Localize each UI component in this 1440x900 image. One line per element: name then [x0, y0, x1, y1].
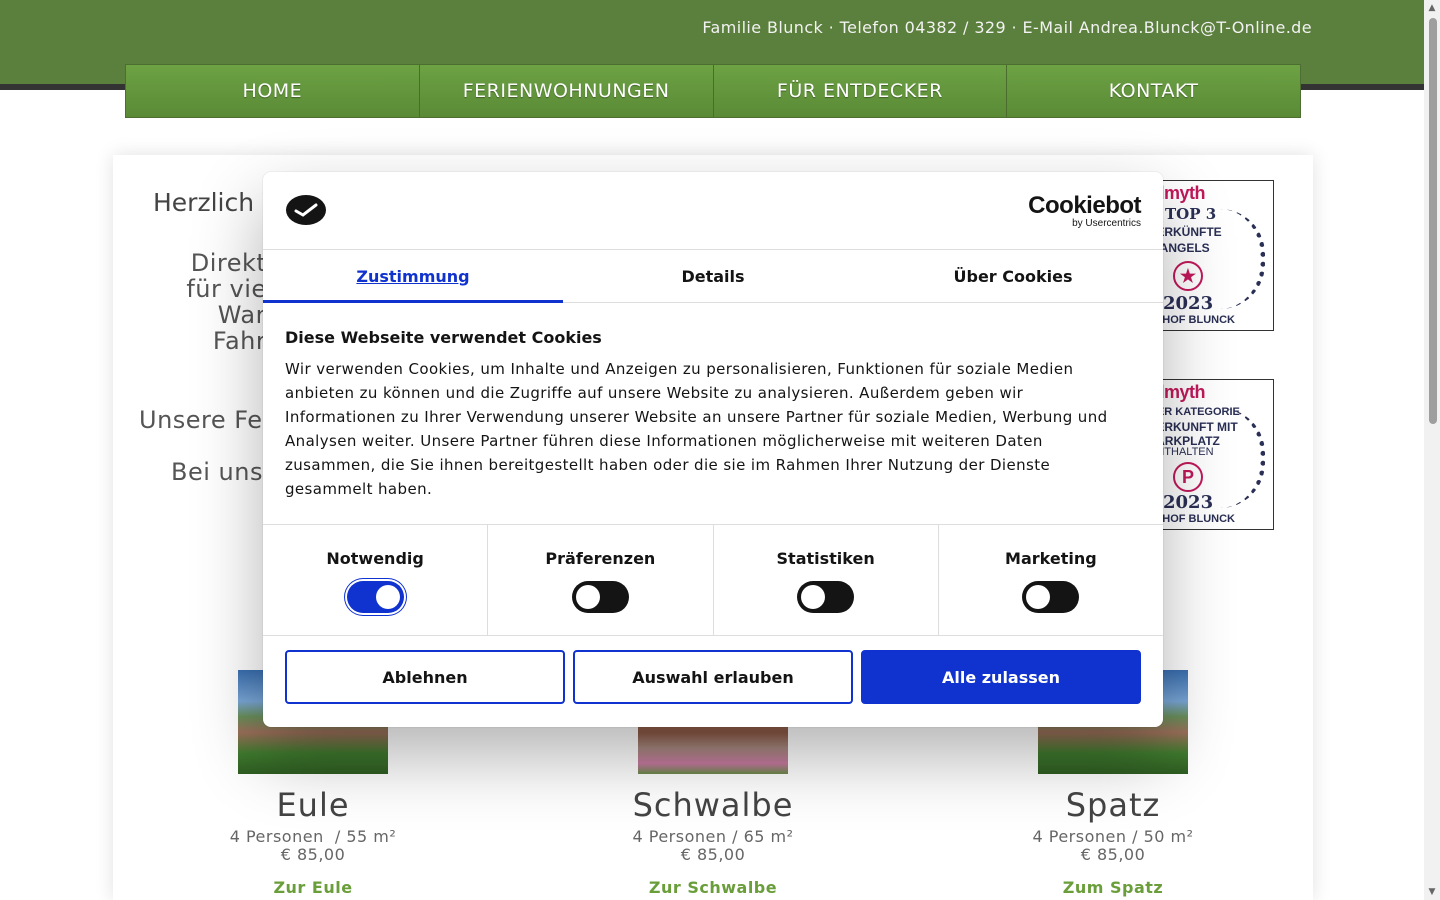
- toggle-group-marketing: Marketing: [939, 525, 1163, 635]
- toggle-knob: [375, 585, 400, 609]
- apartment-price: € 85,00: [280, 845, 346, 864]
- award-line: TOP 3: [1165, 205, 1217, 223]
- toggle-knob: [575, 585, 600, 609]
- dialog-tabs: Zustimmung Details Über Cookies: [263, 250, 1163, 303]
- toggle-knob: [1026, 585, 1051, 609]
- contact-info: Familie Blunck · Telefon 04382 / 329 · E…: [702, 18, 1312, 37]
- scroll-down-icon[interactable]: ▼: [1427, 887, 1437, 897]
- laurel-wreath-icon: [1220, 209, 1265, 309]
- decline-button[interactable]: Ablehnen: [285, 650, 565, 704]
- star-icon: ★: [1173, 261, 1203, 291]
- apartment-name: Spatz: [1065, 786, 1161, 824]
- toggle-label: Notwendig: [326, 549, 424, 568]
- award-year: 2023: [1163, 293, 1214, 314]
- dialog-buttons: Ablehnen Auswahl erlauben Alle zulassen: [285, 650, 1141, 704]
- toggle-statistiken[interactable]: [797, 581, 855, 613]
- scrollbar-thumb[interactable]: [1429, 18, 1437, 424]
- consent-toggles: Notwendig Präferenzen Statistiken Market…: [263, 524, 1163, 636]
- bei-uns-text: Bei uns: [171, 458, 263, 486]
- parking-icon: P: [1173, 462, 1203, 492]
- toggle-praeferenzen[interactable]: [571, 581, 629, 613]
- cookiebot-brand-sub: by Usercentrics: [1072, 218, 1141, 229]
- allow-all-button[interactable]: Alle zulassen: [861, 650, 1141, 704]
- award-year: 2023: [1163, 492, 1214, 513]
- toggle-group-notwendig: Notwendig: [263, 525, 489, 635]
- apartment-size: 4 Personen / 65 m²: [632, 827, 794, 846]
- toggle-knob: [801, 585, 826, 609]
- allow-selection-button[interactable]: Auswahl erlauben: [573, 650, 853, 704]
- apartments-intro: Unsere Fer: [139, 406, 273, 434]
- cookie-consent-dialog: Cookiebot by Usercentrics Zustimmung Det…: [263, 172, 1163, 727]
- apartment-link[interactable]: Zur Eule: [163, 878, 463, 897]
- toggle-label: Statistiken: [776, 549, 875, 568]
- nav-item-home[interactable]: HOME: [126, 65, 420, 117]
- toggle-group-praeferenzen: Präferenzen: [488, 525, 714, 635]
- tab-details[interactable]: Details: [563, 250, 863, 302]
- apartment-name: Schwalbe: [632, 786, 794, 824]
- cookiebot-brand-name: Cookiebot: [1028, 192, 1141, 219]
- toggle-group-statistiken: Statistiken: [714, 525, 939, 635]
- toggle-label: Präferenzen: [545, 549, 656, 568]
- apartment-link[interactable]: Zum Spatz: [963, 878, 1263, 897]
- toggle-notwendig[interactable]: [346, 581, 404, 613]
- toggle-label: Marketing: [1005, 549, 1097, 568]
- apartment-size: 4 Personen / 55 m²: [229, 827, 397, 846]
- toggle-marketing[interactable]: [1022, 581, 1080, 613]
- cookiebot-brand[interactable]: Cookiebot by Usercentrics: [1028, 194, 1141, 230]
- scroll-up-icon[interactable]: ▲: [1427, 3, 1437, 13]
- apartment-price: € 85,00: [1080, 845, 1146, 864]
- apartment-name: Eule: [276, 786, 350, 824]
- apartment-size: 4 Personen / 50 m²: [1032, 827, 1194, 846]
- nav-item-fuer-entdecker[interactable]: FÜR ENTDECKER: [714, 65, 1008, 117]
- apartment-price: € 85,00: [680, 845, 746, 864]
- dialog-body-text: Wir verwenden Cookies, um Inhalte und An…: [285, 360, 1108, 498]
- tab-ueber-cookies[interactable]: Über Cookies: [863, 250, 1163, 302]
- main-navigation: HOME FERIENWOHNUNGEN FÜR ENTDECKER KONTA…: [125, 64, 1301, 118]
- nav-item-kontakt[interactable]: KONTAKT: [1007, 65, 1300, 117]
- dialog-header: Cookiebot by Usercentrics: [263, 172, 1163, 250]
- nav-item-ferienwohnungen[interactable]: FERIENWOHNUNGEN: [420, 65, 714, 117]
- dialog-title: Diese Webseite verwendet Cookies: [285, 328, 602, 347]
- apartment-link[interactable]: Zur Schwalbe: [563, 878, 863, 897]
- cookie-logo-icon: [286, 195, 326, 225]
- laurel-wreath-icon: [1220, 408, 1265, 508]
- page-scrollbar[interactable]: ▲ ▼: [1424, 0, 1440, 900]
- tab-zustimmung[interactable]: Zustimmung: [263, 250, 563, 303]
